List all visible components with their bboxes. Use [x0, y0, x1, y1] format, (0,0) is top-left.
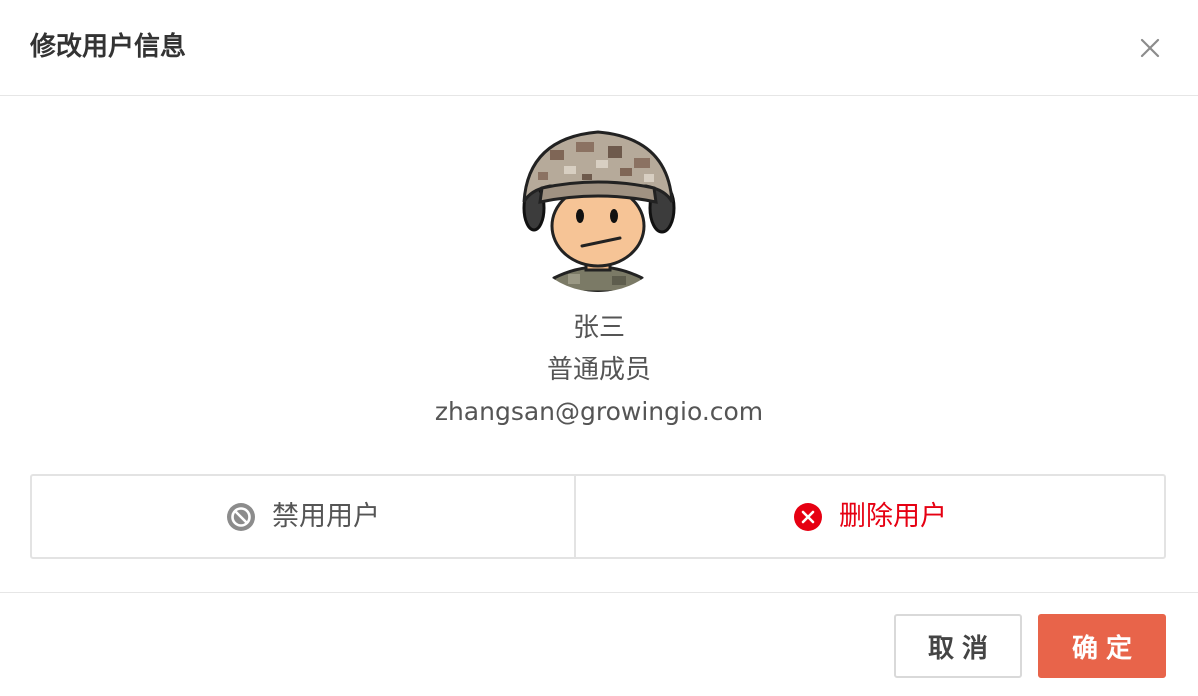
edit-user-dialog: 修改用户信息 张三 普通成员 zhangsan@growingio.com 禁用… [0, 0, 1198, 696]
cancel-button[interactable]: 取消 [894, 614, 1022, 678]
disable-user-label: 禁用用户 [272, 500, 380, 532]
footer-divider [0, 592, 1198, 593]
ban-icon [226, 502, 256, 532]
user-actions: 禁用用户 删除用户 [30, 474, 1166, 559]
close-button[interactable] [1134, 32, 1166, 64]
disable-user-button[interactable]: 禁用用户 [32, 476, 576, 557]
soldier-avatar-icon [516, 128, 680, 292]
delete-user-label: 删除用户 [839, 500, 947, 532]
dialog-header: 修改用户信息 [0, 0, 1198, 96]
delete-user-button[interactable]: 删除用户 [576, 476, 1164, 557]
confirm-button[interactable]: 确定 [1038, 614, 1166, 678]
dialog-title: 修改用户信息 [30, 32, 187, 62]
user-name: 张三 [572, 313, 625, 343]
close-circle-icon [793, 502, 823, 532]
user-email: zhangsan@growingio.com [434, 397, 764, 426]
user-avatar [516, 128, 680, 292]
close-icon [1140, 38, 1160, 58]
user-role: 普通成员 [546, 355, 651, 385]
